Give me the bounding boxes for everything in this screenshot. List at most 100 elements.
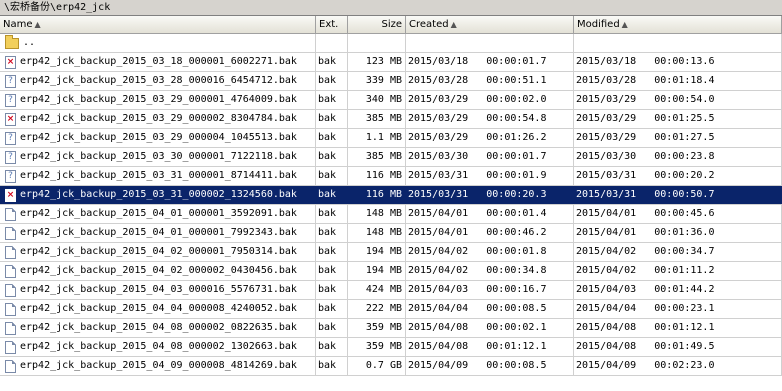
file-size: 148 MB [348, 224, 406, 242]
parent-directory-ext-cell [316, 34, 348, 52]
unknown-file-icon: ? [5, 150, 16, 164]
file-size: 194 MB [348, 243, 406, 261]
file-size: 222 MB [348, 300, 406, 318]
file-size: 385 MB [348, 110, 406, 128]
parent-directory-size-cell [348, 34, 406, 52]
file-row[interactable]: ? erp42_jck_backup_2015_03_29_000001_4764… [0, 91, 782, 110]
file-name-cell: erp42_jck_backup_2015_04_09_000008_48142… [0, 357, 316, 375]
file-row[interactable]: erp42_jck_backup_2015_04_02_000001_79503… [0, 243, 782, 262]
file-icon [5, 359, 16, 373]
file-size: 116 MB [348, 186, 406, 204]
file-modified: 2015/03/31 00:00:50.7 [574, 186, 782, 204]
file-name-cell: erp42_jck_backup_2015_04_08_000002_13026… [0, 338, 316, 356]
unknown-file-icon: ? [5, 131, 16, 145]
file-name: erp42_jck_backup_2015_04_02_000001_79503… [20, 246, 297, 257]
file-ext: bak [316, 300, 348, 318]
file-row[interactable]: ? erp42_jck_backup_2015_03_29_000004_1045… [0, 129, 782, 148]
file-size: 123 MB [348, 53, 406, 71]
file-size: 385 MB [348, 148, 406, 166]
file-name-cell: erp42_jck_backup_2015_04_04_000008_42400… [0, 300, 316, 318]
file-ext: bak [316, 129, 348, 147]
file-created: 2015/04/01 00:00:46.2 [406, 224, 574, 242]
file-size: 0.7 GB [348, 357, 406, 375]
error-file-icon: × [5, 188, 16, 202]
file-row[interactable]: ? erp42_jck_backup_2015_03_31_000001_8714… [0, 167, 782, 186]
file-modified: 2015/04/08 00:01:49.5 [574, 338, 782, 356]
sort-indicator-icon: ▲ [621, 20, 628, 29]
file-ext: bak [316, 262, 348, 280]
column-header-created[interactable]: Created ▲ [406, 16, 574, 33]
file-created: 2015/03/29 00:01:26.2 [406, 129, 574, 147]
file-icon [5, 245, 16, 259]
file-row[interactable]: erp42_jck_backup_2015_04_08_000002_08226… [0, 319, 782, 338]
file-list: Name ▲ Ext. Size Created ▲ Modified ▲ .. × e… [0, 16, 782, 376]
error-file-icon: × [5, 55, 16, 69]
file-row[interactable]: × erp42_jck_backup_2015_03_29_000002_8304… [0, 110, 782, 129]
file-row[interactable]: ? erp42_jck_backup_2015_03_28_000016_6454… [0, 72, 782, 91]
file-row[interactable]: ? erp42_jck_backup_2015_03_30_000001_7122… [0, 148, 782, 167]
file-row[interactable]: erp42_jck_backup_2015_04_03_000016_55767… [0, 281, 782, 300]
file-modified: 2015/04/03 00:01:44.2 [574, 281, 782, 299]
file-size: 359 MB [348, 338, 406, 356]
error-file-icon: × [5, 112, 16, 126]
file-ext: bak [316, 148, 348, 166]
file-created: 2015/03/31 00:00:01.9 [406, 167, 574, 185]
file-row[interactable]: erp42_jck_backup_2015_04_04_000008_42400… [0, 300, 782, 319]
sort-ascending-icon: ▲ [34, 20, 41, 29]
file-modified: 2015/04/02 00:00:34.7 [574, 243, 782, 261]
parent-directory-row[interactable]: .. [0, 34, 782, 53]
column-header-name-label: Name [3, 19, 33, 30]
file-modified: 2015/04/01 00:00:45.6 [574, 205, 782, 223]
file-row[interactable]: erp42_jck_backup_2015_04_01_000001_35920… [0, 205, 782, 224]
file-name-cell: ? erp42_jck_backup_2015_03_31_000001_8714… [0, 167, 316, 185]
file-modified: 2015/04/08 00:01:12.1 [574, 319, 782, 337]
column-header-size[interactable]: Size [348, 16, 406, 33]
file-created: 2015/04/04 00:00:08.5 [406, 300, 574, 318]
file-row[interactable]: erp42_jck_backup_2015_04_09_000008_48142… [0, 357, 782, 376]
file-name: erp42_jck_backup_2015_03_31_000001_87144… [20, 170, 297, 181]
file-created: 2015/04/02 00:00:01.8 [406, 243, 574, 261]
file-ext: bak [316, 338, 348, 356]
file-created: 2015/03/29 00:00:02.0 [406, 91, 574, 109]
file-modified: 2015/03/31 00:00:20.2 [574, 167, 782, 185]
file-created: 2015/04/09 00:00:08.5 [406, 357, 574, 375]
file-name-cell: × erp42_jck_backup_2015_03_18_000001_6002… [0, 53, 316, 71]
file-name: erp42_jck_backup_2015_03_18_000001_60022… [20, 56, 297, 67]
file-row[interactable]: × erp42_jck_backup_2015_03_18_000001_6002… [0, 53, 782, 72]
file-size: 148 MB [348, 205, 406, 223]
parent-directory-name-cell: .. [0, 34, 316, 52]
file-created: 2015/03/30 00:00:01.7 [406, 148, 574, 166]
file-created: 2015/04/01 00:00:01.4 [406, 205, 574, 223]
file-name: erp42_jck_backup_2015_04_09_000008_48142… [20, 360, 297, 371]
column-header-ext[interactable]: Ext. [316, 16, 348, 33]
file-name: erp42_jck_backup_2015_04_02_000002_04304… [20, 265, 297, 276]
file-size: 359 MB [348, 319, 406, 337]
column-header-row: Name ▲ Ext. Size Created ▲ Modified ▲ [0, 16, 782, 34]
file-size: 1.1 MB [348, 129, 406, 147]
file-name-cell: erp42_jck_backup_2015_04_01_000001_35920… [0, 205, 316, 223]
file-row[interactable]: erp42_jck_backup_2015_04_02_000002_04304… [0, 262, 782, 281]
file-modified: 2015/03/18 00:00:13.6 [574, 53, 782, 71]
unknown-file-icon: ? [5, 169, 16, 183]
file-row[interactable]: × erp42_jck_backup_2015_03_31_000002_1324… [0, 186, 782, 205]
file-ext: bak [316, 186, 348, 204]
file-name: erp42_jck_backup_2015_04_08_000002_08226… [20, 322, 297, 333]
file-row[interactable]: erp42_jck_backup_2015_04_08_000002_13026… [0, 338, 782, 357]
file-ext: bak [316, 357, 348, 375]
column-header-modified[interactable]: Modified ▲ [574, 16, 782, 33]
file-size: 339 MB [348, 72, 406, 90]
file-name-cell: ? erp42_jck_backup_2015_03_28_000016_6454… [0, 72, 316, 90]
file-created: 2015/04/08 00:00:02.1 [406, 319, 574, 337]
file-row[interactable]: erp42_jck_backup_2015_04_01_000001_79923… [0, 224, 782, 243]
file-created: 2015/03/31 00:00:20.3 [406, 186, 574, 204]
file-ext: bak [316, 110, 348, 128]
file-icon [5, 264, 16, 278]
file-name-cell: × erp42_jck_backup_2015_03_31_000002_1324… [0, 186, 316, 204]
column-header-name[interactable]: Name ▲ [0, 16, 316, 33]
file-name: erp42_jck_backup_2015_04_04_000008_42400… [20, 303, 297, 314]
file-name: erp42_jck_backup_2015_03_28_000016_64547… [20, 75, 297, 86]
file-icon [5, 207, 16, 221]
file-created: 2015/04/02 00:00:34.8 [406, 262, 574, 280]
file-name: erp42_jck_backup_2015_03_29_000004_10455… [20, 132, 297, 143]
path-bar: \宏桥备份\erp42_jck [0, 0, 782, 16]
